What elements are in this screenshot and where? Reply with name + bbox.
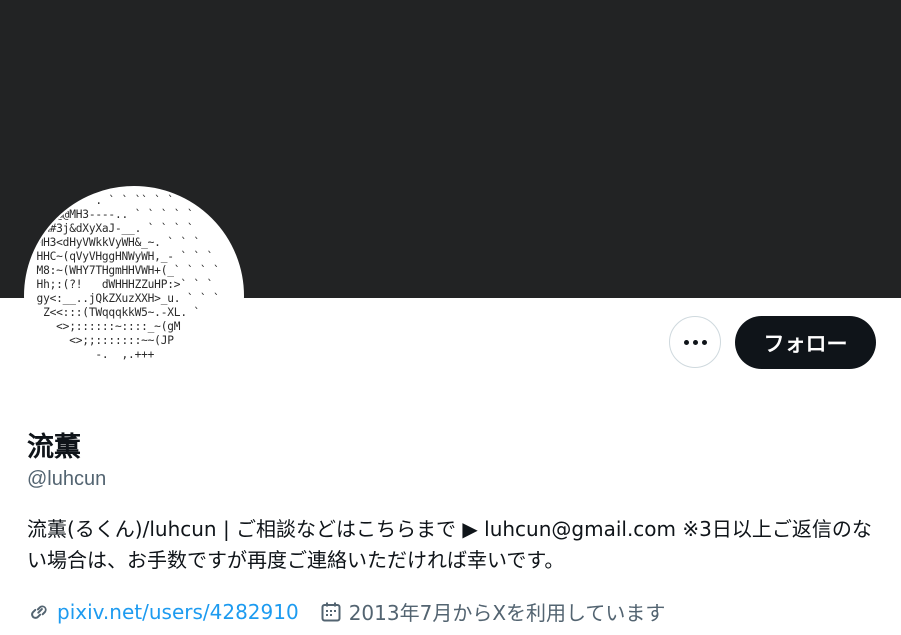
user-handle: @luhcun: [27, 468, 107, 490]
joined-item: 2013年7月からXを利用しています: [319, 597, 666, 626]
website-link[interactable]: pixiv.net/users/4282910: [57, 600, 299, 624]
profile-meta: pixiv.net/users/4282910 2013年7月からXを利用してい…: [27, 597, 665, 626]
website-item: pixiv.net/users/4282910: [27, 600, 299, 624]
joined-date: 2013年7月からXを利用しています: [348, 601, 666, 625]
more-options-button[interactable]: [669, 316, 721, 368]
follow-button[interactable]: フォロー: [735, 316, 876, 369]
avatar[interactable]: . ` . ` ` `` ` `` ` @@@@MH3----.. ` ` ` …: [24, 186, 244, 406]
profile-bio: 流薫(るくん)/luhcun | ご相談などはこちらまで ▶ luhcun@gm…: [27, 517, 872, 572]
profile-page: . ` . ` ` `` ` `` ` @@@@MH3----.. ` ` ` …: [0, 0, 901, 635]
display-name: 流薫: [27, 432, 81, 463]
link-icon: [31, 604, 47, 619]
avatar-ascii-art: . ` . ` ` `` ` `` ` @@@@MH3----.. ` ` ` …: [36, 194, 220, 361]
more-dots-icon: [683, 339, 707, 345]
calendar-icon: [321, 602, 341, 621]
avatar-image: . ` . ` ` `` ` `` ` @@@@MH3----.. ` ` ` …: [26, 188, 242, 404]
